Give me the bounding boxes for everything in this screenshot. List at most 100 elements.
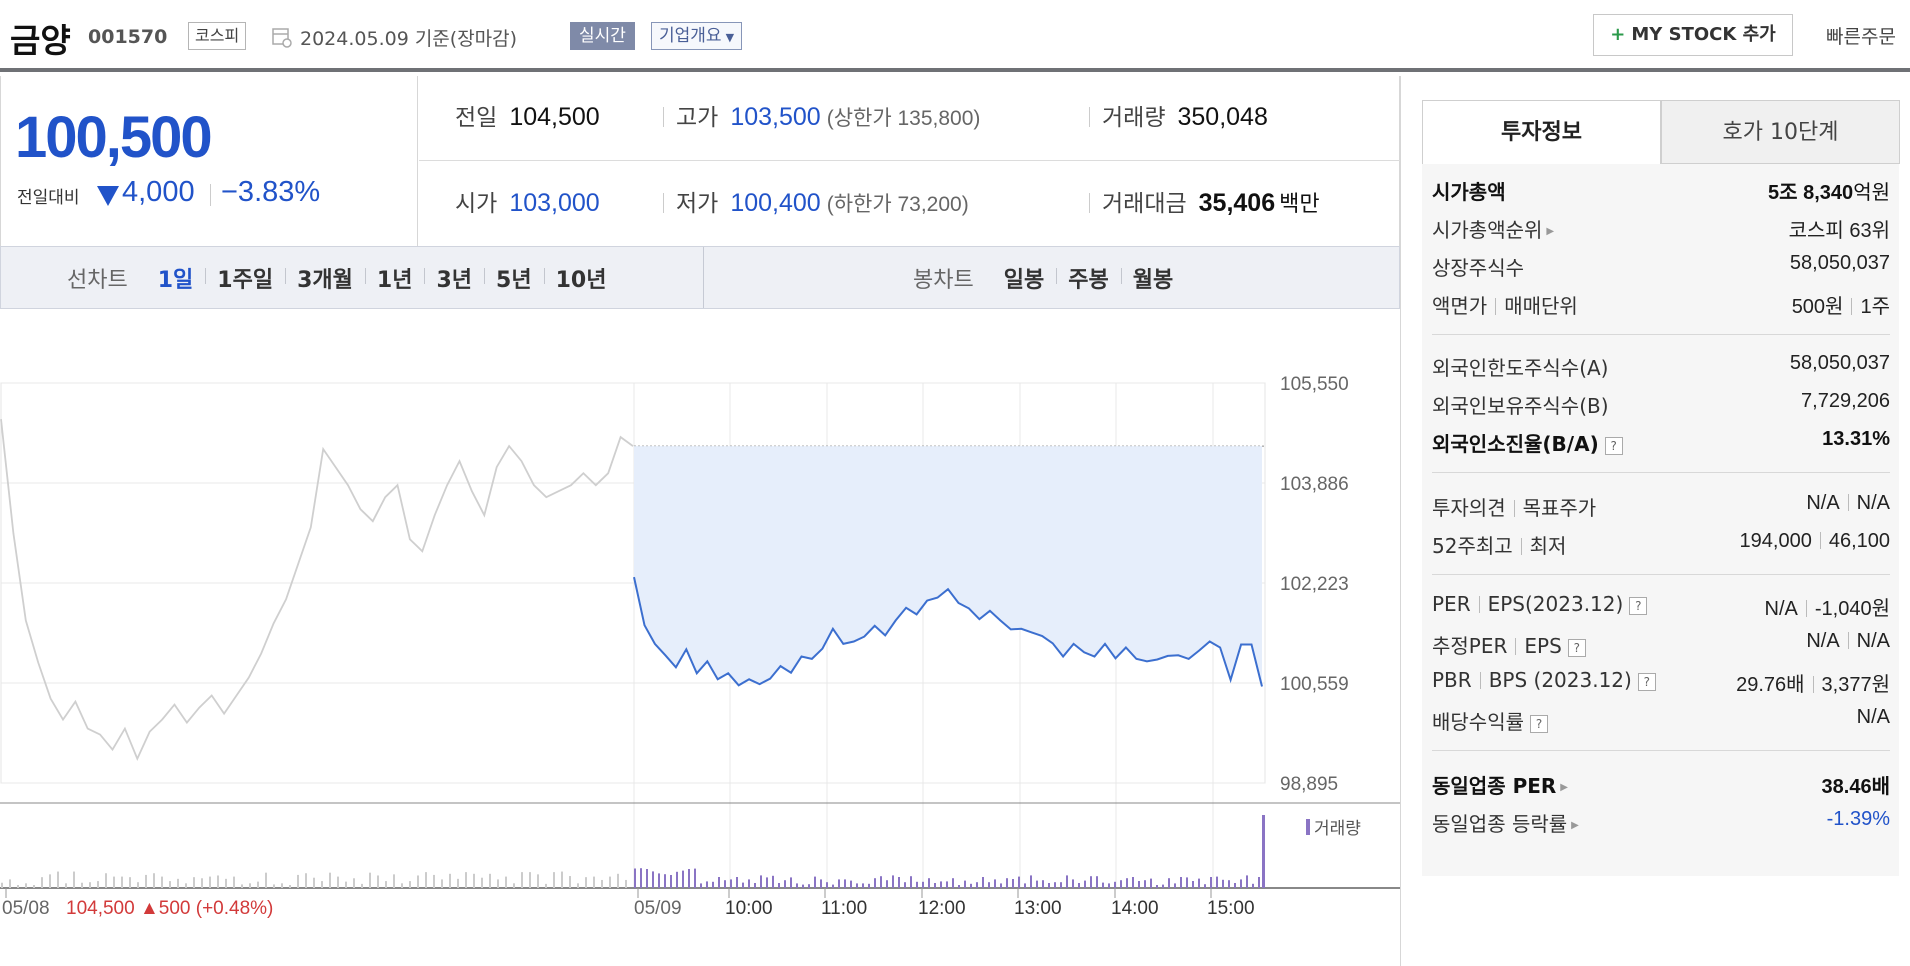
quick-order-link[interactable]: 빠른주문 bbox=[1826, 22, 1896, 49]
volume-bar bbox=[808, 884, 810, 888]
amount-unit: 백만 bbox=[1279, 192, 1320, 217]
volume-bar bbox=[862, 883, 864, 888]
volume-bar bbox=[201, 878, 203, 888]
volume-bar bbox=[976, 882, 978, 888]
row-per-eps: PER EPS(2023.12)? N/A -1,040원 bbox=[1432, 592, 1890, 628]
volume-bar bbox=[561, 871, 563, 888]
volume-bar bbox=[1108, 883, 1110, 888]
x-axis-ticks: 05/08 05/09 10:00 11:00 12:00 13:00 14:00 15:00… bbox=[2, 888, 1255, 919]
dividend-value: N/A bbox=[1856, 706, 1890, 728]
volume-bar bbox=[385, 881, 387, 888]
volume-bar bbox=[694, 868, 696, 888]
volume-bar bbox=[664, 874, 666, 888]
y-axis-ticks: 105,550 103,886 102,223 100,559 98,895 bbox=[1280, 374, 1349, 795]
volume-bar bbox=[970, 883, 972, 888]
sector-rate-label-wrap: 동일업종 등락률 ▶ bbox=[1432, 808, 1579, 837]
pbr-value: 29.76배 bbox=[1736, 674, 1805, 696]
opinion-value: N/A bbox=[1806, 492, 1840, 514]
company-overview-dropdown[interactable]: 기업개요 ▼ bbox=[651, 22, 743, 50]
tab-candle-week[interactable]: 주봉 bbox=[1056, 262, 1120, 294]
volume-bar bbox=[505, 876, 507, 888]
volume-bar bbox=[1126, 878, 1128, 888]
volume-bar bbox=[313, 877, 315, 888]
volume-bar bbox=[113, 876, 115, 888]
eps-label: EPS(2023.12) bbox=[1487, 592, 1624, 616]
per-labels: PER EPS(2023.12)? bbox=[1432, 592, 1648, 616]
volume-bar bbox=[97, 881, 99, 888]
tab-period-1d[interactable]: 1일 bbox=[146, 262, 206, 294]
add-mystock-button[interactable]: + MY STOCK 추가 bbox=[1593, 14, 1793, 56]
volume-bar bbox=[529, 872, 531, 888]
help-icon[interactable]: ? bbox=[1637, 673, 1656, 691]
tab-period-3y[interactable]: 3년 bbox=[424, 262, 484, 294]
tab-period-1y[interactable]: 1년 bbox=[364, 262, 425, 294]
volume-legend-label: 거래량 bbox=[1314, 819, 1361, 839]
volume-bar bbox=[417, 875, 419, 888]
est-per-labels: 추정PER EPS? bbox=[1432, 630, 1586, 659]
volume-bar bbox=[353, 878, 355, 888]
volume-bar bbox=[1258, 877, 1260, 888]
row-sector-rate[interactable]: 동일업종 등락률 ▶ -1.39% bbox=[1432, 808, 1890, 844]
volume-legend-swatch bbox=[1306, 819, 1310, 835]
tab-candle-day[interactable]: 일봉 bbox=[992, 262, 1056, 294]
volume-bar bbox=[537, 874, 539, 888]
help-icon[interactable]: ? bbox=[1629, 597, 1648, 615]
volume-bar bbox=[569, 876, 571, 888]
volume-bar bbox=[790, 877, 792, 888]
volume-bar bbox=[193, 877, 195, 888]
x-tick-label: 12:00 bbox=[918, 898, 966, 919]
pbr-values: 29.76배 3,377원 bbox=[1736, 668, 1890, 697]
volume-bar bbox=[161, 876, 163, 888]
volume-bar bbox=[433, 874, 435, 888]
x-tick-label: 05/09 bbox=[634, 898, 682, 919]
help-icon[interactable]: ? bbox=[1530, 715, 1548, 733]
tab-period-3m[interactable]: 3개월 bbox=[285, 262, 365, 294]
divider bbox=[1812, 676, 1814, 693]
candle-chart-tabs: 봉차트 일봉 주봉 월봉 bbox=[913, 247, 1185, 308]
volume-bar bbox=[1096, 876, 1098, 888]
tab-period-5y[interactable]: 5년 bbox=[484, 262, 544, 294]
realtime-button[interactable]: 실시간 bbox=[570, 22, 635, 50]
chevron-right-icon: ▶ bbox=[1571, 820, 1579, 831]
current-price: 100,500 bbox=[15, 105, 213, 170]
bps-value: 3,377원 bbox=[1821, 674, 1890, 696]
volume-bar bbox=[9, 879, 11, 888]
row-foreign-limit: 외국인한도주식수(A) 58,050,037 bbox=[1432, 352, 1890, 388]
volume-bar bbox=[105, 873, 107, 888]
volume-bar bbox=[369, 872, 371, 888]
stat-open: 시가 103,000 bbox=[455, 184, 600, 218]
volume-bar bbox=[1090, 876, 1092, 888]
tab-investment-info[interactable]: 투자정보 bbox=[1422, 100, 1661, 164]
w52-low-label: 최저 bbox=[1529, 534, 1567, 558]
row-sector-per[interactable]: 동일업종 PER ▶ 38.46배 bbox=[1432, 770, 1890, 806]
divider bbox=[419, 160, 1400, 161]
divider bbox=[1847, 632, 1849, 649]
volume-bar bbox=[497, 879, 499, 888]
row-cap-rank[interactable]: 시가총액순위 ▶ 코스피 63위 bbox=[1432, 214, 1890, 250]
volume-bar bbox=[802, 884, 804, 888]
volume-bar bbox=[257, 881, 259, 888]
trade-unit-label: 매매단위 bbox=[1504, 294, 1578, 318]
volume-bar bbox=[730, 879, 732, 888]
volume-bar bbox=[724, 880, 726, 888]
stat-volume: 거래량 350,048 bbox=[1089, 98, 1268, 132]
volume-bar bbox=[928, 878, 930, 888]
volume-bar bbox=[361, 883, 363, 888]
divider bbox=[1089, 193, 1090, 213]
row-market-cap: 시가총액 5조 8,340억원 bbox=[1432, 176, 1890, 212]
shares-label: 상장주식수 bbox=[1432, 256, 1524, 280]
volume-bar bbox=[609, 876, 611, 888]
w52-high-label: 52주최고 bbox=[1432, 534, 1513, 558]
tab-candle-month[interactable]: 월봉 bbox=[1120, 262, 1185, 294]
help-icon[interactable]: ? bbox=[1604, 437, 1623, 455]
tab-period-1w[interactable]: 1주일 bbox=[205, 262, 285, 294]
divider bbox=[1089, 107, 1090, 127]
below-prev-close-area bbox=[634, 446, 1262, 687]
volume-bar bbox=[593, 876, 595, 888]
volume-bar bbox=[321, 881, 323, 888]
tab-period-10y[interactable]: 10년 bbox=[543, 262, 619, 294]
stat-value: 350,048 bbox=[1177, 103, 1268, 131]
tab-order-book-10[interactable]: 호가 10단계 bbox=[1661, 100, 1900, 164]
volume-bar bbox=[489, 873, 491, 888]
help-icon[interactable]: ? bbox=[1567, 639, 1586, 657]
